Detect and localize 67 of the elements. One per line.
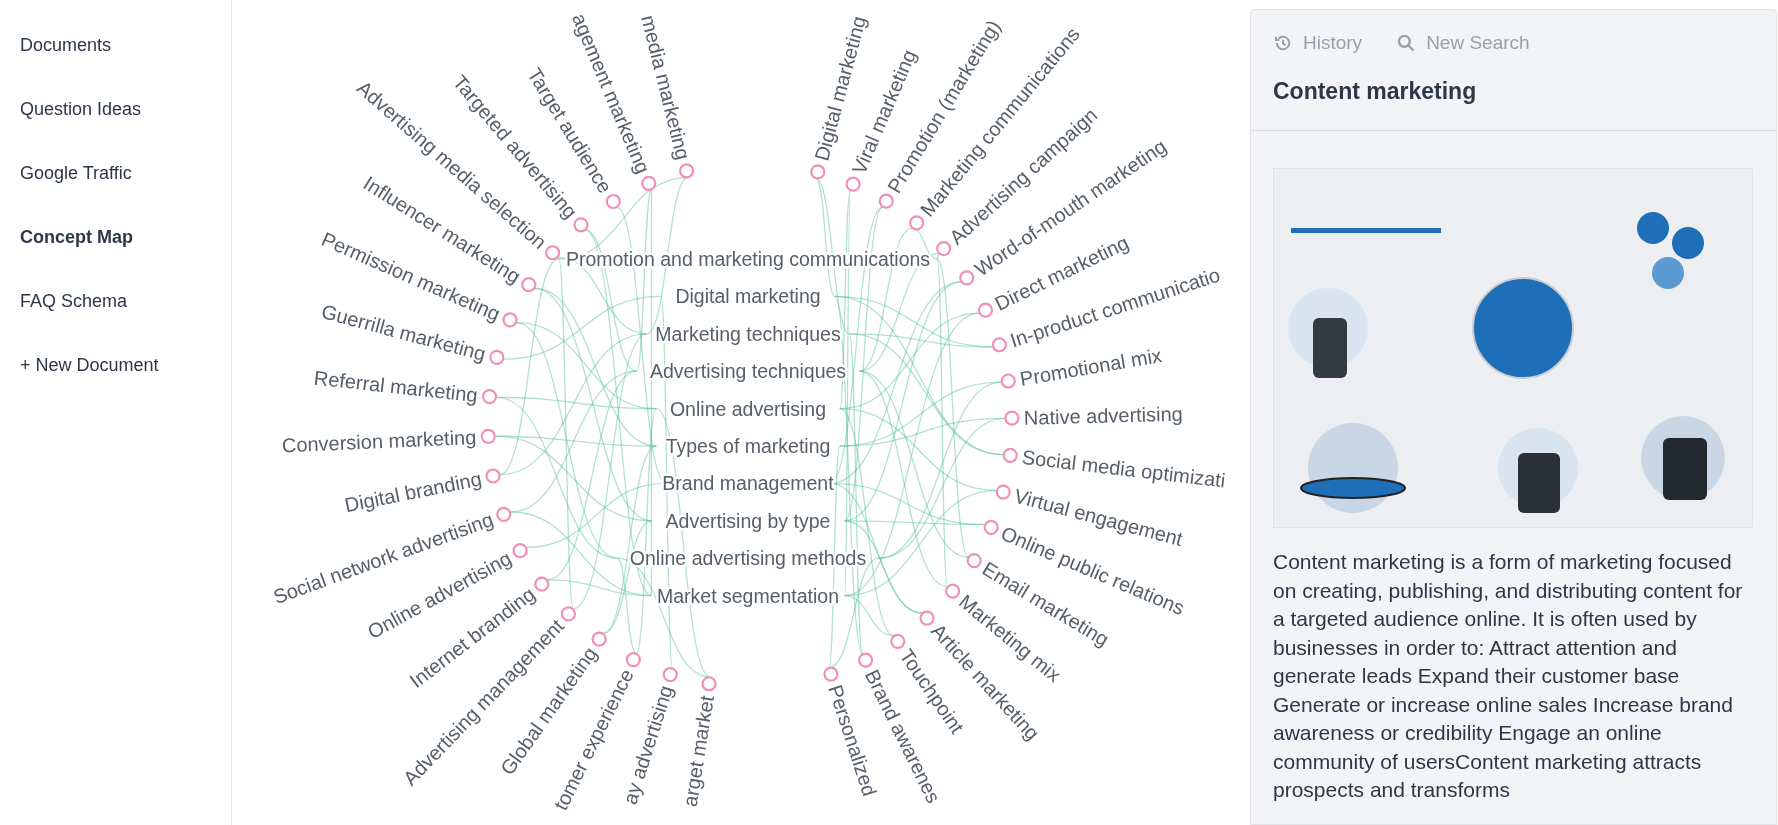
center-topic: Advertising techniques [649, 360, 847, 383]
topic-node[interactable] [878, 193, 894, 209]
tab-label: New Search [1426, 31, 1530, 55]
topic-node[interactable] [512, 543, 528, 559]
topic-node[interactable] [977, 302, 994, 318]
topic-label: arget market [678, 693, 718, 809]
topic-node[interactable] [857, 652, 874, 668]
topic-node[interactable] [823, 666, 839, 682]
topic-node[interactable] [966, 553, 982, 569]
topic-node[interactable] [995, 484, 1011, 500]
center-topic: Online advertising [669, 397, 827, 420]
topic-node[interactable] [662, 666, 678, 683]
topic-node[interactable] [489, 349, 505, 366]
center-topic: Marketing techniques [655, 322, 841, 345]
sidebar-item[interactable]: Concept Map [0, 222, 231, 252]
topic-label: Promotional mix [1018, 344, 1164, 390]
topic-node[interactable] [641, 175, 657, 191]
topic-label: Digital branding [342, 467, 484, 517]
topic-node[interactable] [959, 270, 975, 286]
search-icon [1396, 33, 1417, 53]
topic-node[interactable] [560, 606, 576, 622]
topic-node[interactable] [625, 652, 641, 668]
topic-node[interactable] [502, 312, 518, 328]
topic-node[interactable] [1004, 410, 1020, 426]
topic-node[interactable] [521, 277, 537, 293]
topic-node[interactable] [701, 676, 717, 692]
topic-node[interactable] [945, 583, 961, 599]
topic-node[interactable] [496, 506, 512, 522]
topic-node[interactable] [481, 389, 498, 405]
sidebar-item[interactable]: + New Document [0, 350, 231, 380]
description-text: Content marketing is a form of marketing focused on creating, publishing, and distributing content for a targeted audience online. It is often used by businesses in order to: Attract attention and generate leads Expand their customer base Generate or increase online sales Increase brand awareness or credibility Engage an online community of usersContent marketing attracts prospects and transforms [1273, 549, 1744, 803]
topic-node[interactable] [485, 468, 501, 484]
tab-label: History [1303, 31, 1363, 55]
topic-label: Referral marketing [312, 366, 479, 407]
topic-node[interactable] [605, 193, 621, 210]
topic-node[interactable] [1002, 447, 1018, 464]
topic-node[interactable] [480, 428, 496, 445]
topic-node[interactable] [991, 337, 1007, 353]
sidebar-item[interactable]: FAQ Schema [0, 286, 231, 316]
center-topic: Online advertising methods [629, 547, 867, 570]
topic-node[interactable] [936, 240, 952, 257]
center-topic: Digital marketing [675, 285, 821, 308]
topic-node[interactable] [534, 576, 550, 592]
topic-label: Social media optimizati [1020, 445, 1227, 492]
sidebar-item[interactable]: Documents [0, 30, 231, 60]
panel-title: Content marketing [1273, 78, 1478, 105]
topic-node[interactable] [1000, 373, 1016, 389]
topic-node[interactable] [679, 163, 695, 179]
topic-node[interactable] [573, 217, 589, 233]
topic-label: Native advertising [1023, 402, 1184, 429]
sidebar-item[interactable]: Google Traffic [0, 158, 231, 188]
center-topic: Market segmentation [656, 584, 840, 607]
sidebar-item[interactable]: Question Ideas [0, 94, 231, 124]
topic-node[interactable] [591, 631, 607, 647]
center-topic: Advertising by type [665, 509, 831, 532]
topic-node[interactable] [545, 245, 561, 261]
topic-node[interactable] [983, 519, 999, 535]
center-topic: Promotion and marketing communications [565, 248, 931, 270]
topic-node[interactable] [919, 610, 935, 626]
center-topic: Types of marketing [665, 435, 831, 457]
history-icon [1273, 33, 1293, 53]
topic-node[interactable] [810, 164, 826, 180]
topic-node[interactable] [890, 633, 906, 649]
topic-node[interactable] [909, 215, 925, 231]
center-topic: Brand management [662, 472, 834, 495]
topic-label: Conversion marketing [281, 425, 477, 457]
topic-node[interactable] [845, 176, 861, 192]
